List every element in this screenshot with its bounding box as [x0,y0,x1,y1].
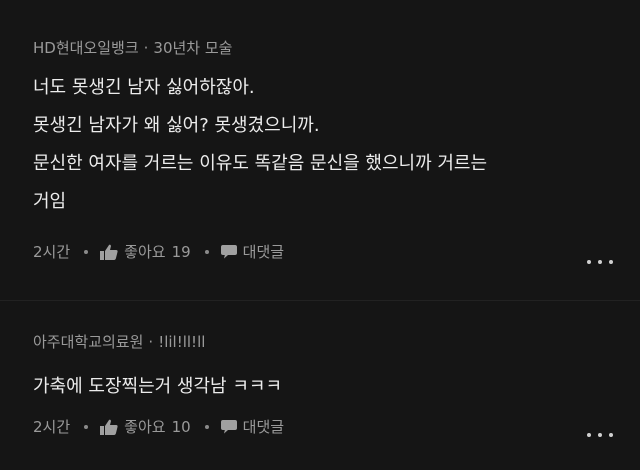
reply-button[interactable]: 대댓글 [220,241,285,262]
comment-line: 너도 못생긴 남자 싫어하잖아. [33,77,255,98]
speech-bubble-icon [220,245,237,259]
comment-line: 못생긴 남자가 왜 싫어? 못생겼으니까. [33,115,320,136]
like-button[interactable]: 좋아요 10 [100,416,191,437]
more-options-button[interactable] [587,256,613,268]
comment-body: 너도 못생긴 남자 싫어하잖아. 못생긴 남자가 왜 싫어? 못생겼으니까. 문… [33,74,620,226]
like-label: 좋아요 [124,418,166,436]
comment-time: 2시간 [33,418,71,436]
separator-dot [204,249,209,254]
thumbs-up-icon [100,419,118,435]
comment-line: 거임 [33,191,67,212]
separator-dot [84,249,89,254]
author-tenure: 30년차 모술 [153,39,233,57]
separator-dot [84,424,89,429]
comment-actions: 2시간 좋아요 19 대댓글 [33,241,284,262]
comment-author-line: HD현대오일뱅크 · 30년차 모술 [33,37,232,58]
like-button[interactable]: 좋아요 19 [100,241,191,262]
more-horizontal-icon [587,433,591,437]
comment-author-line: 아주대학교의료원 · !lil!ll!ll [33,331,205,352]
separator-dot: · [148,333,154,351]
author-tenure: !lil!ll!ll [158,333,206,351]
reply-label: 대댓글 [242,418,285,436]
like-count: 10 [171,417,191,436]
like-count: 19 [171,242,191,261]
speech-bubble-icon [220,420,237,434]
separator-dot: · [143,39,149,57]
comment-card: 아주대학교의료원 · !lil!ll!ll 가축에 도장찍는거 생각남 ㅋㅋㅋ 2시… [0,300,640,470]
thumbs-up-icon [100,244,118,260]
reply-button[interactable]: 대댓글 [220,416,285,437]
comment-time: 2시간 [33,243,71,261]
like-label: 좋아요 [124,243,166,261]
separator-dot [204,424,209,429]
comment-line: 가축에 도장찍는거 생각남 ㅋㅋㅋ [33,376,283,397]
comment-actions: 2시간 좋아요 10 대댓글 [33,416,284,437]
reply-label: 대댓글 [242,243,285,261]
comment-card: HD현대오일뱅크 · 30년차 모술 너도 못생긴 남자 싫어하잖아. 못생긴 남자… [0,0,640,300]
more-options-button[interactable] [587,429,613,441]
author-name[interactable]: HD현대오일뱅크 [33,39,139,57]
author-name[interactable]: 아주대학교의료원 [33,333,143,351]
comment-line: 문신한 여자를 거르는 이유도 똑같음 문신을 했으니까 거르는 [33,153,488,174]
more-horizontal-icon [587,260,591,264]
comment-body: 가축에 도장찍는거 생각남 ㅋㅋㅋ [33,373,620,411]
